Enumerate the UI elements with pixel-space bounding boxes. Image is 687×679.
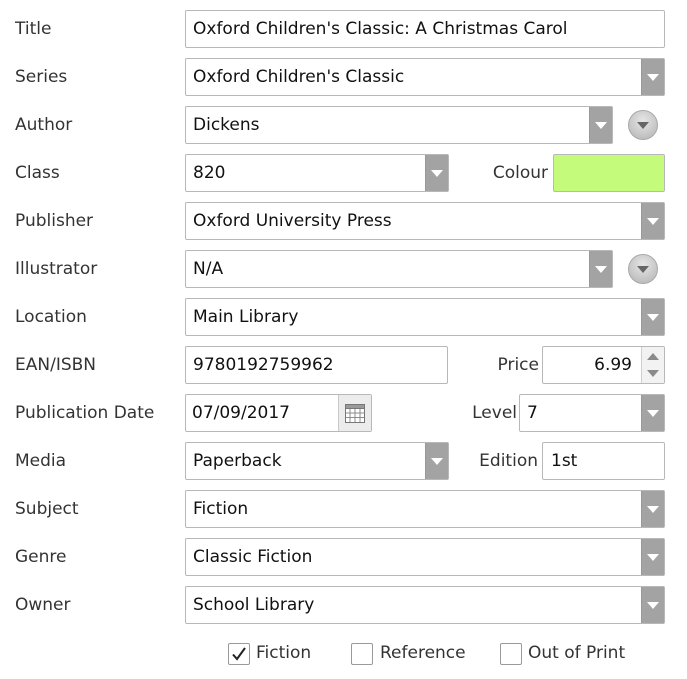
owner-combobox[interactable]: School Library: [185, 586, 665, 624]
owner-value: School Library: [193, 595, 315, 615]
fiction-checkbox-label[interactable]: Fiction: [256, 643, 311, 663]
subject-combobox[interactable]: Fiction: [185, 490, 665, 528]
owner-label: Owner: [15, 595, 71, 615]
author-combobox[interactable]: Dickens: [185, 106, 613, 144]
illustrator-combobox[interactable]: N/A: [185, 250, 613, 288]
title-value: Oxford Children's Classic: A Christmas C…: [193, 19, 568, 39]
genre-combobox[interactable]: Classic Fiction: [185, 538, 665, 576]
chevron-down-icon[interactable]: [641, 203, 664, 239]
publisher-value: Oxford University Press: [193, 211, 392, 231]
media-combobox[interactable]: Paperback: [185, 442, 449, 480]
pubdate-picker[interactable]: 07/09/2017: [185, 394, 372, 432]
author-value: Dickens: [193, 115, 260, 135]
class-value: 820: [193, 163, 226, 183]
out-of-print-checkbox[interactable]: [500, 643, 522, 665]
reference-checkbox[interactable]: [351, 643, 373, 665]
chevron-down-icon[interactable]: [589, 251, 612, 287]
class-label: Class: [15, 163, 60, 183]
reference-checkbox-label[interactable]: Reference: [380, 643, 466, 663]
location-value: Main Library: [193, 307, 299, 327]
ean-label: EAN/ISBN: [15, 355, 96, 375]
level-combobox[interactable]: 7: [519, 394, 665, 432]
chevron-down-icon[interactable]: [425, 443, 448, 479]
chevron-down-icon[interactable]: [641, 539, 664, 575]
edition-value: 1st: [551, 451, 578, 471]
media-label: Media: [15, 451, 67, 471]
title-label: Title: [15, 19, 52, 39]
illustrator-expand-icon[interactable]: [628, 254, 658, 284]
publisher-combobox[interactable]: Oxford University Press: [185, 202, 665, 240]
series-label: Series: [15, 67, 68, 87]
chevron-down-icon[interactable]: [641, 395, 664, 431]
price-label: Price: [497, 355, 539, 375]
pubdate-value: 07/09/2017: [192, 403, 290, 423]
level-value: 7: [527, 403, 538, 423]
colour-swatch[interactable]: [553, 154, 665, 192]
genre-value: Classic Fiction: [193, 547, 313, 567]
location-label: Location: [15, 307, 87, 327]
price-spinner[interactable]: 6.99: [542, 346, 665, 384]
level-label: Level: [472, 403, 517, 423]
subject-value: Fiction: [193, 499, 249, 519]
chevron-down-icon[interactable]: [641, 299, 664, 335]
illustrator-value: N/A: [193, 259, 224, 279]
title-field[interactable]: Oxford Children's Classic: A Christmas C…: [185, 10, 665, 48]
series-value: Oxford Children's Classic: [193, 67, 405, 87]
class-combobox[interactable]: 820: [185, 154, 449, 192]
media-value: Paperback: [193, 451, 282, 471]
subject-label: Subject: [15, 499, 79, 519]
ean-value: 9780192759962: [193, 355, 334, 375]
edition-field[interactable]: 1st: [542, 442, 665, 480]
ean-field[interactable]: 9780192759962: [185, 346, 448, 384]
author-label: Author: [15, 115, 73, 135]
author-expand-icon[interactable]: [628, 110, 658, 140]
location-combobox[interactable]: Main Library: [185, 298, 665, 336]
chevron-down-icon[interactable]: [589, 107, 612, 143]
genre-label: Genre: [15, 547, 67, 567]
publisher-label: Publisher: [15, 211, 94, 231]
spinner-arrows-icon[interactable]: [641, 347, 664, 383]
series-combobox[interactable]: Oxford Children's Classic: [185, 58, 665, 96]
illustrator-label: Illustrator: [15, 259, 98, 279]
price-value: 6.99: [594, 355, 632, 375]
colour-label: Colour: [492, 163, 548, 183]
checkmark-icon: [232, 647, 246, 661]
edition-label: Edition: [479, 451, 538, 471]
fiction-checkbox[interactable]: [228, 643, 250, 665]
chevron-down-icon[interactable]: [641, 587, 664, 623]
out-of-print-checkbox-label[interactable]: Out of Print: [528, 643, 625, 663]
chevron-down-icon[interactable]: [425, 155, 448, 191]
chevron-down-icon[interactable]: [641, 59, 664, 95]
pubdate-label: Publication Date: [15, 403, 155, 423]
calendar-icon[interactable]: [338, 395, 371, 431]
chevron-down-icon[interactable]: [641, 491, 664, 527]
